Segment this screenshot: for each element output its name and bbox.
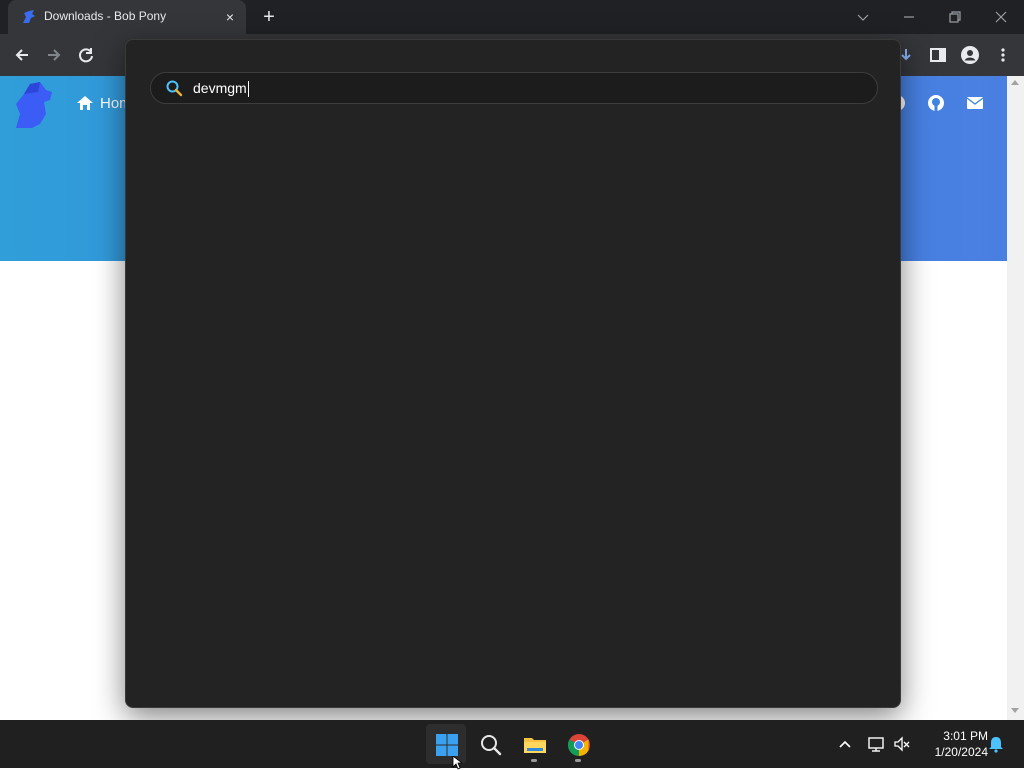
- taskbar-search-button[interactable]: [470, 724, 510, 764]
- home-icon: [77, 96, 93, 111]
- pony-logo-icon[interactable]: [10, 80, 62, 132]
- system-clock[interactable]: 3:01 PM 1/20/2024: [918, 728, 988, 760]
- search-input[interactable]: devmgm: [150, 72, 878, 104]
- search-query-text: devmgm: [193, 80, 249, 98]
- profile-icon[interactable]: [960, 45, 980, 65]
- windows-start-icon: [436, 734, 458, 756]
- back-arrow-icon[interactable]: [12, 45, 32, 65]
- search-icon: [166, 80, 183, 97]
- github-icon[interactable]: [927, 94, 945, 112]
- reload-icon[interactable]: [76, 45, 96, 65]
- file-explorer-icon: [524, 738, 546, 753]
- email-icon[interactable]: [966, 94, 984, 112]
- search-query-value: devmgm: [193, 80, 247, 96]
- page-scrollbar[interactable]: [1007, 76, 1024, 720]
- pony-favicon-icon: [23, 10, 35, 23]
- text-caret: [247, 81, 249, 98]
- search-flyout: devmgm: [125, 39, 901, 708]
- new-tab-button[interactable]: +: [260, 7, 278, 27]
- forward-arrow-icon[interactable]: [44, 45, 64, 65]
- running-indicator: [575, 759, 581, 762]
- restore-icon[interactable]: [946, 8, 964, 26]
- browser-tab-bar: Downloads - Bob Pony × +: [0, 0, 1024, 34]
- chrome-icon: [568, 734, 590, 756]
- clock-time: 3:01 PM: [943, 729, 988, 743]
- browser-tab[interactable]: Downloads - Bob Pony ×: [8, 0, 246, 34]
- taskbar-file-explorer[interactable]: [514, 724, 554, 764]
- tab-search-icon[interactable]: [854, 8, 872, 26]
- minimize-icon[interactable]: [900, 8, 918, 26]
- search-icon: [481, 735, 502, 756]
- taskbar: 3:01 PM 1/20/2024: [0, 720, 1024, 768]
- clock-date: 1/20/2024: [934, 745, 988, 759]
- tab-close-icon[interactable]: ×: [222, 9, 238, 25]
- chevron-up-icon[interactable]: [835, 734, 855, 754]
- tab-title: Downloads - Bob Pony: [44, 9, 167, 23]
- volume-muted-icon[interactable]: [892, 734, 912, 754]
- taskbar-chrome[interactable]: [558, 724, 598, 764]
- scroll-down-arrow-icon[interactable]: [1011, 708, 1019, 713]
- nav-home-link[interactable]: Hom: [76, 94, 132, 114]
- side-panel-icon[interactable]: [928, 45, 948, 65]
- running-indicator: [531, 759, 537, 762]
- notification-bell-icon[interactable]: [986, 734, 1006, 754]
- scroll-up-arrow-icon[interactable]: [1011, 80, 1019, 85]
- menu-dots-icon[interactable]: [993, 45, 1013, 65]
- network-icon[interactable]: [866, 734, 886, 754]
- close-icon[interactable]: [992, 8, 1010, 26]
